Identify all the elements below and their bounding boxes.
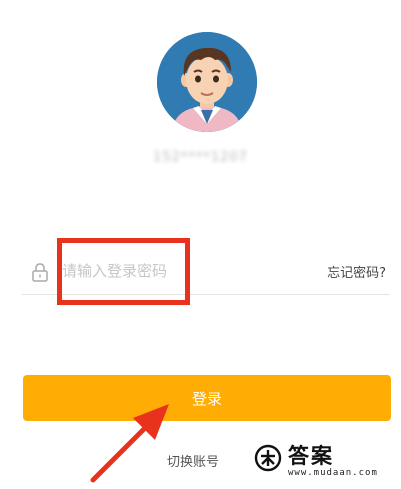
watermark-url: www.mudaan.com xyxy=(288,468,378,478)
watermark-logo-icon xyxy=(254,444,282,472)
account-number: 152****1207 xyxy=(153,150,248,165)
avatar[interactable] xyxy=(157,32,257,132)
lock-icon xyxy=(32,263,48,282)
watermark: 答案 www.mudaan.com xyxy=(250,438,400,486)
highlight-box xyxy=(57,238,190,305)
avatar-image xyxy=(157,32,257,132)
arrow-icon xyxy=(90,404,169,483)
login-button[interactable]: 登录 xyxy=(23,375,391,421)
watermark-title: 答案 xyxy=(288,444,334,468)
forgot-password-link[interactable]: 忘记密码? xyxy=(327,262,386,281)
